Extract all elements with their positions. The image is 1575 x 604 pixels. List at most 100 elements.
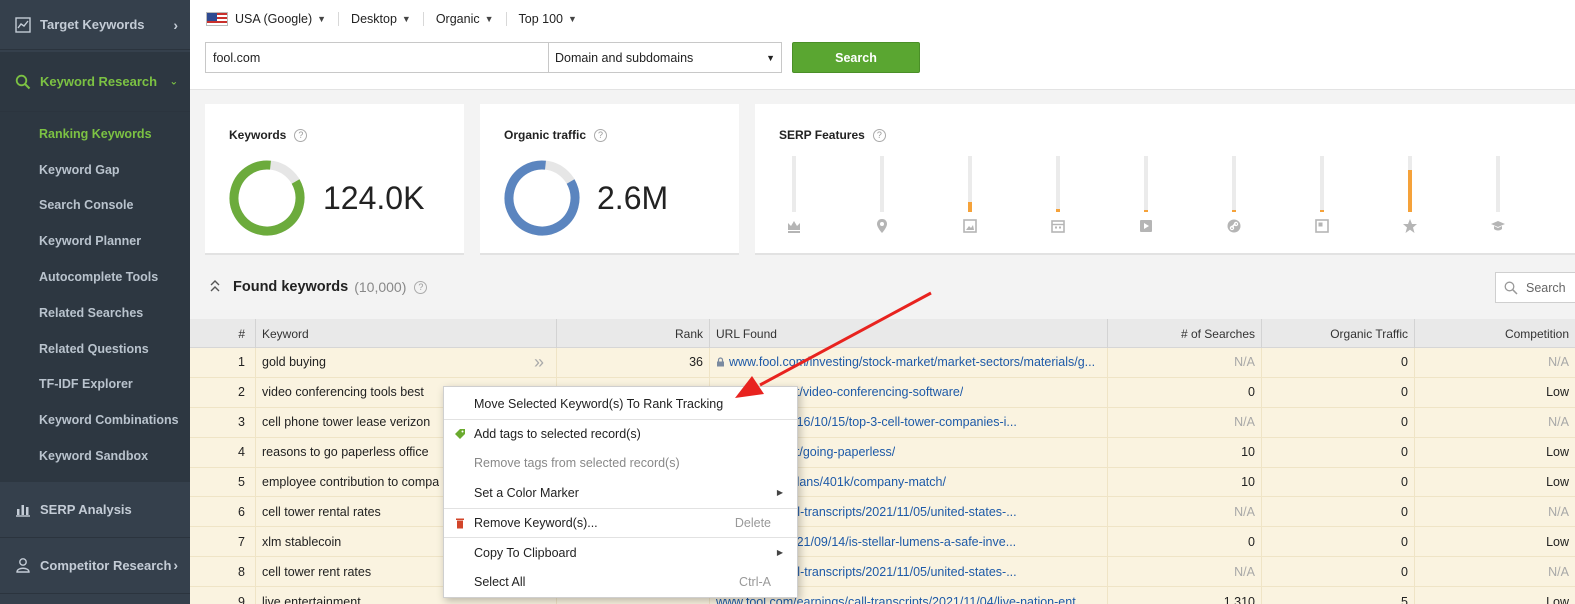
- table-header: # Keyword Rank URL Found # of Searches O…: [190, 319, 1575, 348]
- help-icon[interactable]: ?: [294, 128, 308, 142]
- cell-searches: 10: [1108, 467, 1262, 497]
- menu-item-remove-keywords[interactable]: Remove Keyword(s)... Delete: [444, 507, 797, 538]
- sidebar-item-keyword-gap[interactable]: Keyword Gap: [0, 152, 190, 188]
- crown-icon[interactable]: [786, 218, 802, 234]
- sidebar-item-autocomplete-tools[interactable]: Autocomplete Tools: [0, 259, 190, 295]
- search-button[interactable]: Search: [792, 42, 920, 73]
- cell-keyword-text: live entertainment: [262, 594, 361, 604]
- sidebar-section-target-keywords[interactable]: Target Keywords ›: [0, 0, 190, 50]
- sidebar-item-keyword-planner[interactable]: Keyword Planner: [0, 223, 190, 259]
- top-bar: USA (Google) ▼ Desktop ▼ Organic ▼ Top 1…: [190, 0, 1575, 90]
- calendar-icon[interactable]: [1050, 218, 1066, 234]
- video-icon[interactable]: [1138, 218, 1154, 234]
- sidebar-section-keyword-research[interactable]: Keyword Research ⌄: [0, 52, 190, 112]
- expand-icon[interactable]: »: [534, 352, 544, 373]
- cell-searches-text: 0: [1248, 534, 1255, 549]
- graduation-cap-icon[interactable]: [1490, 218, 1506, 234]
- table-row[interactable]: 6 cell tower rental rates m/earnings/call-…: [190, 497, 1575, 528]
- card-title-label: SERP Features: [779, 128, 865, 142]
- panel-icon[interactable]: [1314, 218, 1330, 234]
- image-icon[interactable]: [962, 218, 978, 234]
- cell-searches-text: 0: [1248, 385, 1255, 400]
- column-header-number[interactable]: #: [190, 319, 256, 348]
- cell-number-text: 8: [238, 564, 245, 579]
- domain-input[interactable]: fool.com: [205, 42, 549, 73]
- link-icon[interactable]: [1226, 218, 1242, 234]
- menu-item-add-tags[interactable]: Add tags to selected record(s): [444, 418, 797, 449]
- column-header-organic-traffic[interactable]: Organic Traffic: [1262, 319, 1415, 348]
- help-icon[interactable]: ?: [872, 128, 886, 142]
- table-row[interactable]: 7 xlm stablecoin m/investing/2021/09/14/is…: [190, 527, 1575, 558]
- map-pin-icon[interactable]: [874, 218, 890, 234]
- table-row[interactable]: 4 reasons to go paperless office m/the-blu…: [190, 437, 1575, 468]
- cell-competition-text: Low: [1546, 534, 1569, 549]
- help-icon[interactable]: ?: [594, 128, 608, 142]
- sidebar-item-related-searches[interactable]: Related Searches: [0, 295, 190, 331]
- table-row[interactable]: 3 cell phone tower lease verizon m/investi…: [190, 407, 1575, 438]
- sidebar-item-keyword-combinations[interactable]: Keyword Combinations: [0, 402, 190, 438]
- table-row[interactable]: 5 employee contribution to compa m/retirem…: [190, 467, 1575, 498]
- context-menu: Move Selected Keyword(s) To Rank Trackin…: [443, 386, 798, 598]
- menu-item-move-to-rank-tracking[interactable]: Move Selected Keyword(s) To Rank Trackin…: [444, 389, 797, 419]
- column-header-rank[interactable]: Rank: [557, 319, 710, 348]
- cell-organic-traffic-text: 0: [1401, 534, 1408, 549]
- column-header-competition[interactable]: Competition: [1415, 319, 1575, 348]
- menu-item-label: Select All: [474, 574, 526, 589]
- country-filter[interactable]: USA (Google) ▼: [206, 12, 340, 26]
- cell-rank: 36: [557, 348, 710, 377]
- cell-organic-traffic-text: 0: [1401, 385, 1408, 400]
- cell-url[interactable]: www.fool.com/investing/stock-market/mark…: [710, 348, 1108, 377]
- table-search-input[interactable]: Search: [1495, 272, 1575, 303]
- cell-competition-text: N/A: [1548, 355, 1569, 370]
- cell-organic-traffic-text: 0: [1401, 445, 1408, 460]
- sidebar-item-ranking-keywords[interactable]: Ranking Keywords: [0, 116, 190, 152]
- cell-number: 5: [190, 467, 256, 497]
- serp-feature-track: [792, 156, 796, 212]
- card-title-label: Keywords: [229, 128, 287, 142]
- cell-competition-text: Low: [1546, 475, 1569, 489]
- column-header-searches[interactable]: # of Searches: [1108, 319, 1262, 348]
- chevron-down-icon: ⌄: [169, 76, 178, 87]
- sidebar-item-related-questions[interactable]: Related Questions: [0, 331, 190, 367]
- column-header-keyword[interactable]: Keyword: [256, 319, 557, 348]
- column-header-url[interactable]: URL Found: [710, 319, 1108, 348]
- cell-competition: Low: [1415, 527, 1575, 556]
- keywords-value: 124.0K: [323, 180, 425, 216]
- cell-searches: 1,310: [1108, 587, 1262, 604]
- usa-flag-icon: [206, 12, 228, 26]
- scope-select[interactable]: Domain and subdomains ▼: [548, 42, 782, 73]
- chevron-down-icon: ▼: [317, 14, 327, 24]
- serp-feature-fill: [1232, 209, 1236, 212]
- sidebar-section-competitor-research[interactable]: Competitor Research ›: [0, 538, 190, 594]
- sidebar-item-search-console[interactable]: Search Console: [0, 188, 190, 224]
- found-keywords-header: Found keywords (10,000) ? Search: [190, 268, 1575, 308]
- cell-keyword: gold buying »: [256, 348, 557, 377]
- cell-competition-text: N/A: [1548, 415, 1569, 430]
- sidebar-submenu: Ranking Keywords Keyword Gap Search Cons…: [0, 112, 190, 482]
- help-icon[interactable]: ?: [414, 280, 428, 294]
- sidebar-item-keyword-sandbox[interactable]: Keyword Sandbox: [0, 438, 190, 474]
- table-row[interactable]: 1 gold buying » 36 www.fool.com/investing/st…: [190, 348, 1575, 378]
- table-row[interactable]: 9 live entertainment www.fool.com/earnings…: [190, 587, 1575, 604]
- cell-searches: N/A: [1108, 557, 1262, 587]
- table-row[interactable]: 2 video conferencing tools best m/the-blue…: [190, 377, 1575, 408]
- sidebar-section-serp-analysis[interactable]: SERP Analysis: [0, 482, 190, 538]
- organic-traffic-card: Organic traffic ? 2.6M: [480, 104, 739, 255]
- table-search-placeholder: Search: [1526, 280, 1566, 295]
- cell-searches-text: N/A: [1234, 355, 1255, 370]
- collapse-icon[interactable]: [210, 279, 220, 296]
- cell-keyword-text: video conferencing tools best: [262, 385, 424, 400]
- menu-item-select-all[interactable]: Select All Ctrl-A: [444, 567, 797, 597]
- cell-number-text: 3: [238, 415, 245, 430]
- table-row[interactable]: 8 cell tower rent rates m/earnings/call-tr…: [190, 557, 1575, 588]
- star-icon[interactable]: [1402, 218, 1418, 234]
- lock-icon: [717, 357, 724, 367]
- sidebar-item-tf-idf-explorer[interactable]: TF-IDF Explorer: [0, 367, 190, 403]
- menu-item-copy-to-clipboard[interactable]: Copy To Clipboard ▶: [444, 537, 797, 567]
- serp-feature-fill: [1144, 209, 1148, 212]
- device-filter[interactable]: Desktop ▼: [339, 12, 424, 26]
- top-filter[interactable]: Top 100 ▼: [507, 12, 589, 26]
- menu-item-color-marker[interactable]: Set a Color Marker ▶: [444, 478, 797, 508]
- sidebar-section-label: SERP Analysis: [40, 501, 132, 517]
- type-filter[interactable]: Organic ▼: [424, 12, 507, 26]
